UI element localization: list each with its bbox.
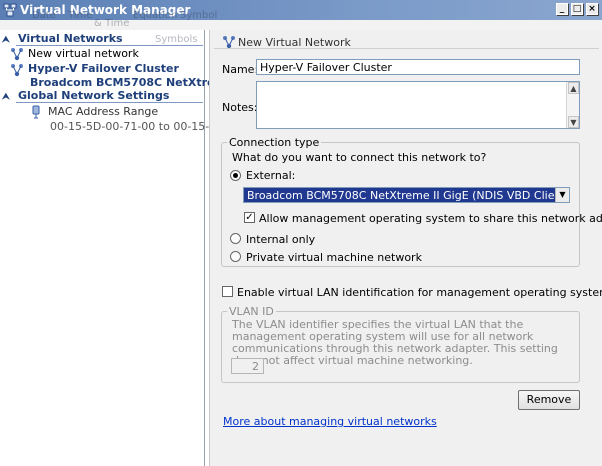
navigation-tree: Symbols ⮝ Virtual Networks New virtual ne…: [0, 30, 247, 466]
global-network-settings-header[interactable]: ⮝ Global Network Settings: [2, 89, 202, 103]
tree-item-mac-address-range[interactable]: MAC Address Range 00-15-5D-00-71-00 to 0…: [32, 105, 247, 133]
details-pane: New Virtual Network Name: Hyper-V Failov…: [209, 30, 602, 466]
divider: [16, 102, 203, 103]
notes-label: Notes:: [222, 101, 258, 114]
name-field[interactable]: Hyper-V Failover Cluster: [256, 59, 580, 75]
notes-field[interactable]: ▲ ▼: [256, 81, 580, 129]
tree-item-new-virtual-network[interactable]: New virtual network: [11, 47, 198, 61]
connection-type-title: Connection type: [227, 136, 322, 149]
network-icon: [11, 64, 23, 77]
private-network-radio[interactable]: [230, 251, 241, 262]
minimize-button[interactable]: _: [556, 3, 568, 15]
maximize-button[interactable]: □: [571, 3, 583, 15]
share-adapter-label: Allow management operating system to sha…: [259, 212, 602, 225]
scroll-up-icon[interactable]: ▲: [568, 82, 579, 94]
internal-only-label: Internal only: [246, 233, 316, 246]
tree-item-sublabel: Broadcom BCM5708C NetXtre...: [30, 76, 228, 89]
connection-question: What do you want to connect this network…: [232, 151, 487, 164]
external-adapter-select[interactable]: Broadcom BCM5708C NetXtreme II GigE (NDI…: [243, 187, 570, 203]
title-bar: Virtual Network Manager Date Time Equati…: [0, 0, 602, 21]
close-button[interactable]: ×: [586, 3, 598, 15]
scroll-down-icon[interactable]: ▼: [568, 116, 579, 128]
remove-button[interactable]: Remove: [518, 390, 580, 410]
divider: [16, 45, 203, 46]
share-adapter-checkbox[interactable]: ✓: [244, 212, 255, 223]
tree-item-label: Hyper-V Failover Cluster: [28, 62, 179, 75]
vlan-id-field[interactable]: 2: [231, 358, 264, 374]
collapse-chevron-icon[interactable]: ⮝: [2, 92, 14, 102]
divider: [214, 48, 599, 49]
vlan-description: The VLAN identifier specifies the virtua…: [232, 318, 558, 367]
enable-vlan-label: Enable virtual LAN identification for ma…: [237, 286, 602, 299]
vlan-id-title: VLAN ID: [227, 305, 276, 318]
network-manager-icon: [3, 3, 17, 17]
tree-item-hyper-v-failover-cluster[interactable]: Hyper-V Failover Cluster Broadcom BCM570…: [11, 62, 228, 89]
tree-item-label: MAC Address Range: [48, 105, 159, 118]
tree-item-sublabel: 00-15-5D-00-71-00 to 00-15-5D-0...: [50, 120, 247, 133]
more-about-virtual-networks-link[interactable]: More about managing virtual networks: [223, 415, 437, 428]
virtual-networks-header[interactable]: ⮝ Virtual Networks: [2, 32, 202, 46]
private-network-label: Private virtual machine network: [246, 251, 422, 264]
ghost-ribbon-strip: & Time: [0, 18, 602, 30]
name-label: Name:: [222, 63, 259, 76]
collapse-chevron-icon[interactable]: ⮝: [2, 35, 14, 45]
internal-only-radio[interactable]: [230, 233, 241, 244]
network-adapter-icon: [32, 105, 40, 119]
ghost-ribbon-label: & Time: [94, 18, 130, 29]
chevron-down-icon[interactable]: ▼: [555, 188, 569, 202]
notes-scrollbar[interactable]: ▲ ▼: [566, 82, 579, 128]
network-icon: [223, 36, 235, 49]
external-radio[interactable]: [230, 170, 241, 181]
network-icon: [11, 48, 23, 61]
enable-vlan-checkbox[interactable]: [222, 286, 233, 297]
external-label: External:: [246, 169, 296, 182]
